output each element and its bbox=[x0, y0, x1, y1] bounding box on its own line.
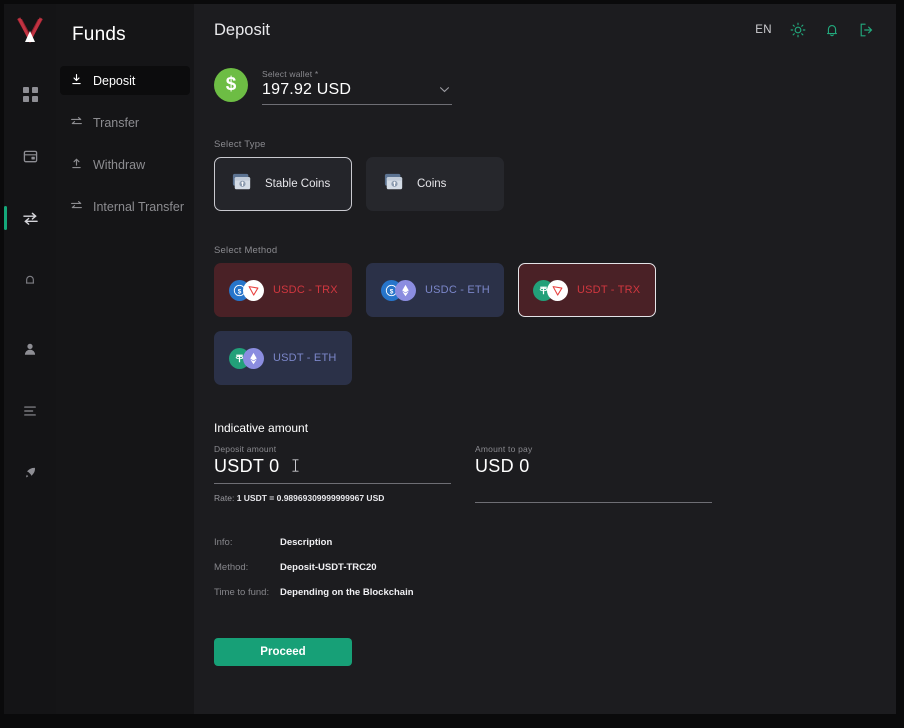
select-wallet-dropdown[interactable]: Select wallet * 197.92 USD bbox=[262, 69, 452, 105]
funds-transfer-icon[interactable] bbox=[4, 198, 50, 238]
info-key: Info: bbox=[214, 537, 233, 548]
type-option-coins[interactable]: Coins bbox=[366, 157, 504, 211]
deposit-amount-input[interactable]: Deposit amount USDT 0 bbox=[214, 444, 451, 484]
type-option-label: Stable Coins bbox=[265, 178, 331, 190]
indicative-amount-title: Indicative amount bbox=[214, 421, 309, 435]
deposit-form: $ Select wallet * 197.92 USD Select Type bbox=[194, 56, 896, 714]
rate-prefix: Rate: bbox=[214, 493, 235, 503]
dashboard-grid-icon[interactable] bbox=[10, 74, 50, 114]
exchange-rate: Rate: 1 USDT = 0.98969309999999967 USD bbox=[214, 493, 451, 503]
amount-to-pay-label: Amount to pay bbox=[475, 444, 533, 454]
sidebar-item-label: Internal Transfer bbox=[93, 199, 185, 214]
svg-text:$: $ bbox=[238, 288, 242, 295]
sidebar-item-deposit[interactable]: Deposit bbox=[60, 66, 190, 95]
coin-pair-icon bbox=[533, 279, 568, 301]
method-option-usdt-eth[interactable]: USDT - ETH bbox=[214, 331, 352, 385]
wallet-coins-icon bbox=[383, 172, 405, 197]
select-type-label: Select Type bbox=[214, 139, 266, 150]
rate-value: 1 USDT = 0.98969309999999967 USD bbox=[236, 493, 385, 503]
bell-notification-icon[interactable] bbox=[824, 22, 840, 38]
sidebar-title: Funds bbox=[72, 24, 126, 45]
method-option-label: USDT - ETH bbox=[273, 352, 337, 364]
sidebar-item-label: Withdraw bbox=[93, 157, 146, 172]
rocket-icon[interactable] bbox=[10, 453, 50, 493]
top-bar: Deposit EN bbox=[194, 4, 896, 56]
method-option-usdc-eth[interactable]: $ USDC - ETH bbox=[366, 263, 504, 317]
chevron-down-icon bbox=[439, 80, 450, 98]
language-selector[interactable]: EN bbox=[755, 24, 772, 36]
sidebar-item-withdraw[interactable]: Withdraw bbox=[60, 150, 190, 179]
select-method-section: Select Method $ USDC - TRX $ USDC - ETH … bbox=[214, 245, 876, 385]
info-value: Description bbox=[280, 537, 333, 548]
proceed-button[interactable]: Proceed bbox=[214, 638, 352, 666]
bell-icon[interactable] bbox=[10, 260, 50, 300]
user-icon[interactable] bbox=[10, 329, 50, 369]
info-key: Time to fund: bbox=[214, 587, 270, 598]
ethereum-coin-icon bbox=[243, 347, 264, 369]
info-key: Method: bbox=[214, 562, 249, 573]
coin-pair-icon: $ bbox=[229, 279, 264, 301]
wallet-coins-icon bbox=[231, 172, 253, 197]
deposit-arrow-icon bbox=[70, 73, 83, 89]
info-table: Info: Description Method: Deposit-USDT-T… bbox=[214, 537, 876, 598]
info-row: Info: Description bbox=[214, 537, 876, 548]
method-option-label: USDC - TRX bbox=[273, 284, 338, 296]
logout-icon[interactable] bbox=[858, 22, 874, 38]
method-option-label: USDT - TRX bbox=[577, 284, 641, 296]
svg-text:$: $ bbox=[390, 288, 394, 295]
select-method-options: $ USDC - TRX $ USDC - ETH USDT - TRX USD… bbox=[214, 263, 674, 385]
deposit-amount-value: USDT 0 bbox=[214, 456, 280, 476]
select-wallet-label: Select wallet * bbox=[262, 69, 319, 79]
method-option-usdt-trx[interactable]: USDT - TRX bbox=[518, 263, 656, 317]
amount-to-pay-value: USD 0 bbox=[475, 456, 530, 476]
top-bar-actions: EN bbox=[755, 22, 874, 38]
select-type-section: Select Type Stable Coins Coins bbox=[214, 139, 876, 211]
method-option-label: USDC - ETH bbox=[425, 284, 490, 296]
type-option-stable-coins[interactable]: Stable Coins bbox=[214, 157, 352, 211]
sidebar-item-label: Transfer bbox=[93, 115, 140, 130]
select-wallet-value: 197.92 USD bbox=[262, 81, 352, 98]
page-title: Deposit bbox=[214, 20, 270, 39]
ethereum-coin-icon bbox=[395, 279, 416, 301]
deposit-amount-label: Deposit amount bbox=[214, 444, 277, 454]
info-row: Method: Deposit-USDT-TRC20 bbox=[214, 562, 876, 573]
method-option-usdc-trx[interactable]: $ USDC - TRX bbox=[214, 263, 352, 317]
swap-arrows-icon bbox=[70, 115, 83, 131]
sun-theme-icon[interactable] bbox=[790, 22, 806, 38]
sidebar-item-internal-transfer[interactable]: Internal Transfer bbox=[60, 192, 190, 221]
wallet-row: $ Select wallet * 197.92 USD bbox=[214, 68, 876, 105]
v-logo[interactable] bbox=[13, 14, 47, 48]
list-icon[interactable] bbox=[10, 391, 50, 431]
main-panel: Deposit EN $ Select wallet * 197.92 USD … bbox=[194, 4, 896, 714]
app-root: Funds Deposit Transfer Withdraw Internal… bbox=[0, 0, 904, 728]
info-value: Deposit-USDT-TRC20 bbox=[280, 562, 377, 573]
select-type-options: Stable Coins Coins bbox=[214, 157, 876, 211]
icon-rail bbox=[4, 4, 56, 714]
swap-arrows-icon bbox=[70, 199, 83, 215]
wallet-currency-badge: $ bbox=[214, 68, 248, 102]
tron-coin-icon bbox=[547, 279, 568, 301]
amount-to-pay-input[interactable]: Amount to pay USD 0 bbox=[475, 444, 712, 503]
tron-coin-icon bbox=[243, 279, 264, 301]
amount-row: Deposit amount USDT 0 Rate: 1 USDT = 0.9… bbox=[214, 444, 876, 503]
sidebar-item-transfer[interactable]: Transfer bbox=[60, 108, 190, 137]
sidebar-item-label: Deposit bbox=[93, 73, 136, 88]
type-option-label: Coins bbox=[417, 178, 447, 190]
text-cursor-icon bbox=[292, 458, 299, 473]
wallet-card-icon[interactable] bbox=[10, 136, 50, 176]
withdraw-arrow-icon bbox=[70, 157, 83, 173]
select-method-label: Select Method bbox=[214, 245, 278, 256]
coin-pair-icon bbox=[229, 347, 264, 369]
funds-sidebar: Funds Deposit Transfer Withdraw Internal… bbox=[56, 4, 194, 714]
info-value: Depending on the Blockchain bbox=[280, 587, 414, 598]
coin-pair-icon: $ bbox=[381, 279, 416, 301]
deposit-amount-group: Deposit amount USDT 0 Rate: 1 USDT = 0.9… bbox=[214, 444, 451, 503]
info-row: Time to fund: Depending on the Blockchai… bbox=[214, 587, 876, 598]
